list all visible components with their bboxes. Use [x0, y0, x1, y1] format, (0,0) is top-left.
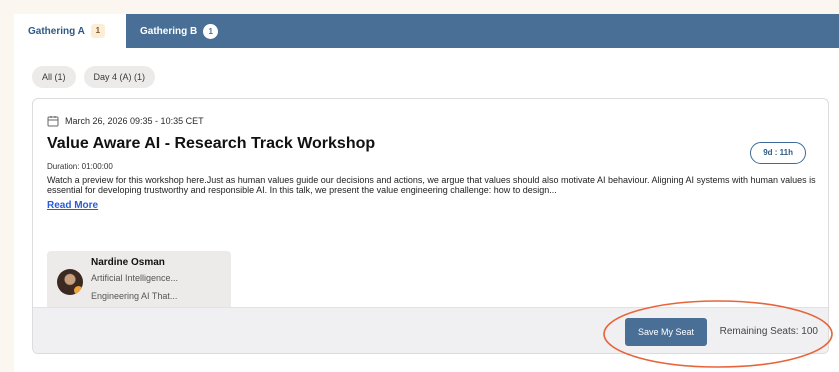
day-filters: All (1) Day 4 (A) (1)	[32, 66, 156, 88]
tab-count-badge: 1	[90, 24, 105, 38]
session-date-row: March 26, 2026 09:35 - 10:35 CET	[47, 115, 814, 127]
speaker-talk-title: Engineering AI That...	[91, 291, 178, 301]
calendar-icon	[47, 116, 59, 127]
tab-gathering-b[interactable]: Gathering B 1	[126, 14, 256, 48]
description-text: Watch a preview for this workshop here.J…	[47, 175, 816, 195]
highlight-ellipse	[603, 300, 833, 368]
speaker-affiliation: Artificial Intelligence...	[91, 273, 179, 283]
speaker-card[interactable]: Nardine Osman Artificial Intelligence...…	[47, 251, 231, 311]
avatar	[57, 269, 83, 295]
read-more-link[interactable]: Read More	[47, 200, 98, 211]
tab-label: Gathering B	[140, 25, 198, 37]
filter-chip-all[interactable]: All (1)	[32, 66, 76, 88]
session-description: Watch a preview for this workshop here.J…	[47, 175, 817, 195]
tab-gathering-a[interactable]: Gathering A 1	[14, 14, 126, 48]
filter-chip-day-4[interactable]: Day 4 (A) (1)	[83, 66, 156, 88]
tab-count-badge: 1	[203, 23, 219, 39]
session-duration: Duration: 01:00:00	[47, 162, 113, 171]
session-title: Value Aware AI - Research Track Workshop	[47, 135, 376, 152]
tab-label: Gathering A	[28, 25, 85, 37]
session-date: March 26, 2026 09:35 - 10:35 CET	[65, 116, 204, 126]
speaker-name: Nardine Osman	[91, 257, 165, 268]
countdown-badge: 9d : 11h	[750, 142, 806, 164]
gathering-tabs: Gathering A 1 Gathering B 1	[14, 14, 839, 48]
